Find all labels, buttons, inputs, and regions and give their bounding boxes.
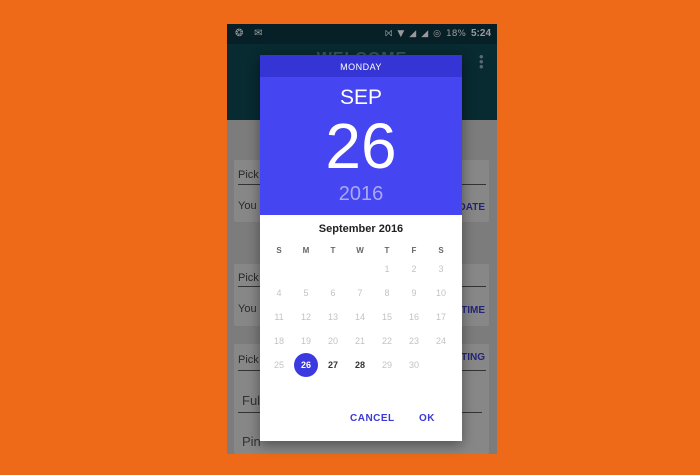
day-number: 23 [408, 336, 419, 346]
calendar-day-disabled: 15 [374, 306, 400, 328]
calendar-day-disabled: 11 [266, 306, 292, 328]
day-number: 26 [300, 360, 311, 370]
calendar-day-disabled: 30 [401, 354, 427, 376]
day-number: 13 [327, 312, 338, 322]
calendar-day-disabled: 10 [428, 282, 454, 304]
calendar-day[interactable]: 28 [347, 354, 373, 376]
day-number: 5 [303, 288, 309, 298]
day-number: 3 [438, 264, 444, 274]
day-number: 21 [354, 336, 365, 346]
day-number: 4 [276, 288, 282, 298]
calendar-day-disabled: 6 [320, 282, 346, 304]
calendar-day-disabled: 24 [428, 330, 454, 352]
day-number: 11 [274, 312, 284, 322]
day-number: 1 [384, 264, 390, 274]
calendar-day-disabled: 3 [428, 258, 454, 280]
calendar-day-disabled: 20 [320, 330, 346, 352]
calendar-day-disabled: 21 [347, 330, 373, 352]
calendar-day-disabled: 1 [374, 258, 400, 280]
calendar-day-disabled: 2 [401, 258, 427, 280]
calendar-day-disabled: 19 [293, 330, 319, 352]
day-number: 22 [381, 336, 392, 346]
day-number: 6 [330, 288, 336, 298]
calendar-day-disabled: 23 [401, 330, 427, 352]
calendar-day-disabled: 8 [374, 282, 400, 304]
calendar-day-selected[interactable]: 26 [293, 353, 319, 377]
day-number: 28 [354, 360, 365, 370]
day-number: 12 [300, 312, 311, 322]
day-number: 9 [411, 288, 417, 298]
day-number: 10 [435, 288, 446, 298]
calendar-day-disabled: 13 [320, 306, 346, 328]
calendar-day-disabled: 25 [266, 354, 292, 376]
day-number: 18 [273, 336, 284, 346]
day-number: 30 [408, 360, 419, 370]
day-number: 19 [300, 336, 311, 346]
calendar-day-disabled: 7 [347, 282, 373, 304]
calendar-day-disabled: 29 [374, 354, 400, 376]
date-picker-dialog: MONDAY SEP 26 2016 September 2016 SMTWTF… [260, 55, 462, 441]
calendar-grid: 1 2 3 4 5 6 7 8 9 10 11 12 13 14 15 16 17 18 19 20 21 22 23 24 2… [260, 55, 462, 441]
day-number: 24 [435, 336, 446, 346]
day-number: 8 [384, 288, 390, 298]
calendar-day-disabled: 16 [401, 306, 427, 328]
day-number: 17 [435, 312, 446, 322]
calendar-day-disabled: 4 [266, 282, 292, 304]
calendar-day[interactable]: 27 [320, 354, 346, 376]
day-number: 14 [354, 312, 365, 322]
calendar-day-disabled: 22 [374, 330, 400, 352]
calendar-day-disabled: 14 [347, 306, 373, 328]
day-number: 27 [327, 360, 338, 370]
day-number: 29 [381, 360, 392, 370]
calendar-day-disabled: 17 [428, 306, 454, 328]
day-number: 15 [381, 312, 392, 322]
calendar-day-disabled: 12 [293, 306, 319, 328]
day-number: 2 [411, 264, 417, 274]
day-number: 25 [273, 360, 284, 370]
day-number: 16 [408, 312, 419, 322]
calendar-day-disabled: 18 [266, 330, 292, 352]
calendar-day-disabled: 9 [401, 282, 427, 304]
day-number: 20 [327, 336, 338, 346]
day-number: 7 [357, 288, 363, 298]
calendar-day-disabled: 5 [293, 282, 319, 304]
